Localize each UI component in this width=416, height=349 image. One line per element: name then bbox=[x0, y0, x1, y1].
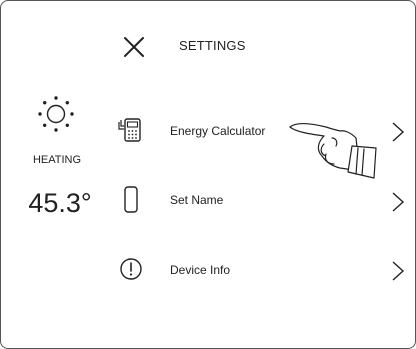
chevron-right-icon bbox=[390, 120, 406, 144]
energy-meter-icon bbox=[118, 116, 142, 144]
menu-item-label: Energy Calculator bbox=[170, 124, 266, 138]
device-cylinder-icon bbox=[118, 185, 142, 215]
pointing-hand-icon bbox=[288, 108, 384, 190]
temperature-readout: 45.3° bbox=[28, 188, 92, 218]
chevron-right-icon bbox=[390, 190, 406, 214]
menu-item-label: Device Info bbox=[170, 263, 231, 277]
menu-item-label: Set Name bbox=[170, 193, 224, 207]
close-icon bbox=[124, 37, 144, 57]
info-exclamation-icon bbox=[118, 256, 144, 282]
mode-label: HEATING bbox=[32, 154, 82, 166]
sun-icon bbox=[35, 93, 77, 135]
menu-item-device-info[interactable]: Device Info bbox=[110, 253, 410, 291]
page-title: SETTINGS bbox=[179, 38, 246, 53]
close-button[interactable] bbox=[120, 33, 148, 61]
chevron-right-icon bbox=[390, 259, 406, 283]
